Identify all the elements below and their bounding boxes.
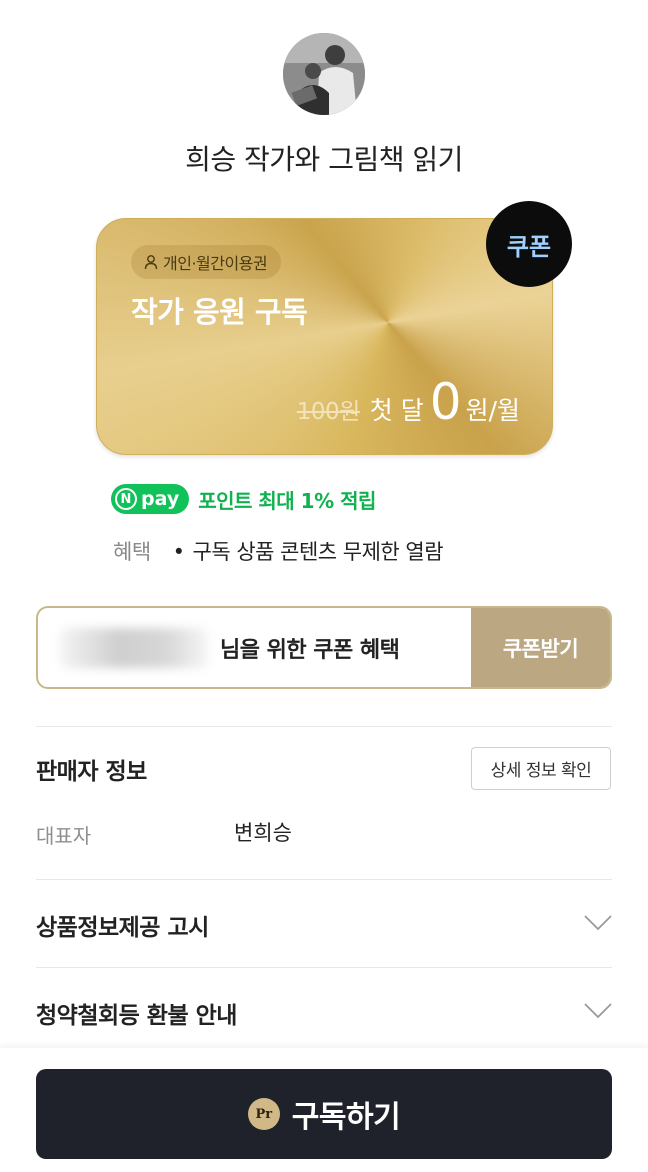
premium-icon: Pr xyxy=(247,1098,280,1130)
divider xyxy=(36,726,612,727)
plan-title: 작가 응원 구독 xyxy=(131,295,308,329)
chevron-down-icon[interactable] xyxy=(584,1003,612,1019)
subscription-card[interactable]: 개인·월간이용권 작가 응원 구독 100원 첫 달 0 원/월 xyxy=(96,218,553,455)
original-price: 100원 xyxy=(296,399,361,425)
blurred-username xyxy=(60,627,208,668)
first-month-label: 첫 달 xyxy=(369,396,424,425)
npay-logo: N pay xyxy=(111,484,190,514)
plan-badge-label: 개인·월간이용권 xyxy=(163,254,268,273)
representative-value: 변희승 xyxy=(234,821,292,845)
npay-points-row: N pay 포인트 최대 1% 적립 xyxy=(111,484,376,514)
npay-logo-text: pay xyxy=(141,488,180,510)
product-info-notice-toggle[interactable]: 상품정보제공 고시 xyxy=(36,908,209,942)
price-unit: 원/월 xyxy=(465,396,520,425)
seller-detail-button[interactable]: 상세 정보 확인 xyxy=(471,747,611,790)
coupon-message-text: 님을 위한 쿠폰 혜택 xyxy=(220,637,400,663)
page-title: 희승 작가와 그림책 읽기 xyxy=(185,143,463,176)
benefit-label: 혜택 xyxy=(113,540,151,564)
get-coupon-button[interactable]: 쿠폰받기 xyxy=(471,608,610,687)
npay-points-text: 포인트 최대 1% 적립 xyxy=(198,488,376,513)
profile-photo xyxy=(283,33,365,115)
divider xyxy=(36,967,612,968)
seller-info-title: 판매자 정보 xyxy=(36,759,147,785)
divider xyxy=(36,879,612,880)
plan-badge: 개인·월간이용권 xyxy=(131,245,282,279)
npay-n-mark: N xyxy=(115,488,137,510)
coupon-box: 님을 위한 쿠폰 혜택 쿠폰받기 xyxy=(36,606,612,689)
subscribe-button-label: 구독하기 xyxy=(291,1100,401,1135)
plan-price: 100원 첫 달 0 원/월 xyxy=(297,377,520,427)
benefit-row: 혜택 구독 상품 콘텐츠 무제한 열람 xyxy=(113,536,444,566)
price-value: 0 xyxy=(429,373,462,431)
coupon-message: 님을 위한 쿠폰 혜택 xyxy=(38,608,471,687)
avatar xyxy=(283,33,365,115)
benefit-item: 구독 상품 콘텐츠 무제한 열람 xyxy=(173,536,444,566)
subscribe-button[interactable]: Pr 구독하기 xyxy=(36,1069,612,1159)
person-icon xyxy=(144,255,158,270)
representative-label: 대표자 xyxy=(36,824,92,848)
chevron-down-icon[interactable] xyxy=(584,915,612,931)
coupon-tag: 쿠폰 xyxy=(486,201,572,287)
refund-policy-toggle[interactable]: 청약철회등 환불 안내 xyxy=(36,996,237,1030)
